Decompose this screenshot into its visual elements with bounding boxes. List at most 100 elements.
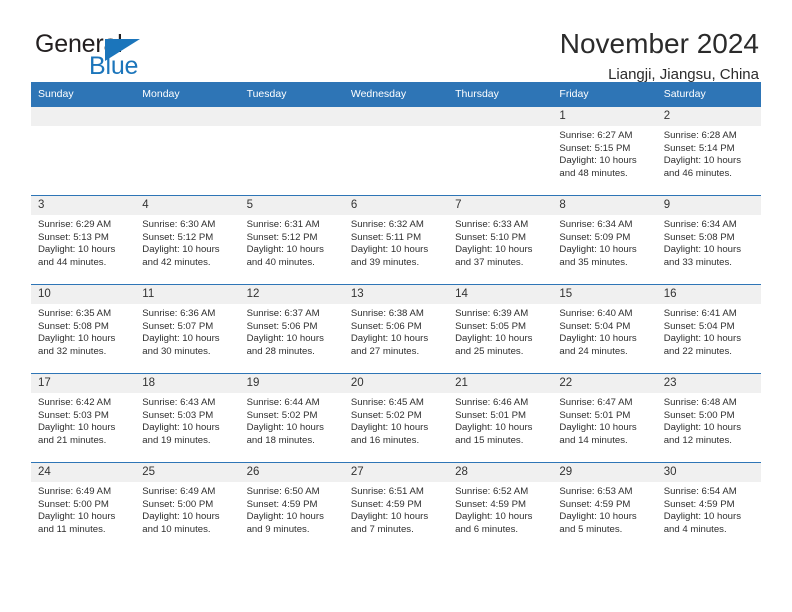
day-details: Sunrise: 6:44 AM Sunset: 5:02 PM Daylight:… xyxy=(240,393,344,447)
weekday-header-wednesday: Wednesday xyxy=(343,82,449,107)
day-number xyxy=(239,107,344,126)
general-blue-logo[interactable]: General Blue xyxy=(31,28,163,80)
sunset-time: Sunset: 4:59 PM xyxy=(350,498,422,510)
day-details: Sunrise: 6:46 AM Sunset: 5:01 PM Daylight:… xyxy=(448,393,552,447)
calendar-day-cell[interactable]: 24 Sunrise: 6:49 AM Sunset: 5:00 PM Dayligh… xyxy=(31,462,136,552)
sunrise-time: Sunrise: 6:27 AM xyxy=(559,130,633,141)
day-details: Sunrise: 6:50 AM Sunset: 4:59 PM Daylight:… xyxy=(240,482,344,536)
day-details: Sunrise: 6:47 AM Sunset: 5:01 PM Daylight:… xyxy=(552,393,656,447)
calendar-day-cell[interactable]: 16 Sunrise: 6:41 AM Sunset: 5:04 PM Dayligh… xyxy=(656,284,761,374)
sunset-time: Sunset: 5:00 PM xyxy=(38,498,109,510)
calendar-day-cell[interactable]: 6 Sunrise: 6:32 AM Sunset: 5:11 PM Daylight… xyxy=(343,195,449,285)
calendar-day-cell[interactable]: 9 Sunrise: 6:34 AM Sunset: 5:08 PM Daylight… xyxy=(656,195,761,285)
sunset-time: Sunset: 5:12 PM xyxy=(142,231,214,243)
calendar-day-cell[interactable]: 11 Sunrise: 6:36 AM Sunset: 5:07 PM Dayligh… xyxy=(135,284,240,374)
sunset-time: Sunset: 5:02 PM xyxy=(246,409,318,421)
day-details: Sunrise: 6:48 AM Sunset: 5:00 PM Daylight:… xyxy=(657,393,761,447)
calendar-day-cell[interactable]: 29 Sunrise: 6:53 AM Sunset: 4:59 PM Dayligh… xyxy=(552,462,657,552)
sunset-time: Sunset: 5:12 PM xyxy=(246,231,318,243)
daylight-duration-line1: Daylight: 10 hours xyxy=(38,511,116,523)
sunset-time: Sunset: 5:08 PM xyxy=(38,320,109,332)
sunrise-time: Sunrise: 6:53 AM xyxy=(559,486,633,497)
daylight-duration-line2: and 16 minutes. xyxy=(350,434,420,446)
daylight-duration-line2: and 22 minutes. xyxy=(663,345,732,357)
daylight-duration-line1: Daylight: 10 hours xyxy=(142,422,220,434)
calendar-day-cell[interactable]: 3 Sunrise: 6:29 AM Sunset: 5:13 PM Daylight… xyxy=(31,195,136,285)
day-details: Sunrise: 6:40 AM Sunset: 5:04 PM Daylight:… xyxy=(552,304,656,358)
sunset-time: Sunset: 5:06 PM xyxy=(246,320,318,332)
sunrise-time: Sunrise: 6:48 AM xyxy=(663,397,737,408)
calendar-day-cell[interactable]: 12 Sunrise: 6:37 AM Sunset: 5:06 PM Dayligh… xyxy=(239,284,344,374)
sunrise-time: Sunrise: 6:50 AM xyxy=(246,486,320,497)
sunrise-time: Sunrise: 6:33 AM xyxy=(455,219,529,230)
sunset-time: Sunset: 5:03 PM xyxy=(142,409,214,421)
calendar-day-cell[interactable]: 18 Sunrise: 6:43 AM Sunset: 5:03 PM Dayligh… xyxy=(135,373,240,463)
sunrise-time: Sunrise: 6:35 AM xyxy=(38,308,112,319)
daylight-duration-line2: and 30 minutes. xyxy=(142,345,211,357)
day-details: Sunrise: 6:36 AM Sunset: 5:07 PM Daylight:… xyxy=(135,304,239,358)
calendar-day-cell[interactable]: 23 Sunrise: 6:48 AM Sunset: 5:00 PM Dayligh… xyxy=(656,373,761,463)
daylight-duration-line2: and 48 minutes. xyxy=(559,167,628,179)
sunrise-time: Sunrise: 6:45 AM xyxy=(350,397,424,408)
sunset-time: Sunset: 4:59 PM xyxy=(246,498,318,510)
calendar-day-cell[interactable]: 17 Sunrise: 6:42 AM Sunset: 5:03 PM Dayligh… xyxy=(31,373,136,463)
daylight-duration-line1: Daylight: 10 hours xyxy=(142,244,220,256)
day-details: Sunrise: 6:34 AM Sunset: 5:09 PM Daylight:… xyxy=(552,215,656,269)
sunset-time: Sunset: 5:13 PM xyxy=(38,231,109,243)
calendar-day-cell[interactable]: 7 Sunrise: 6:33 AM Sunset: 5:10 PM Daylight… xyxy=(448,195,553,285)
sunrise-time: Sunrise: 6:49 AM xyxy=(38,486,112,497)
sunrise-time: Sunrise: 6:44 AM xyxy=(246,397,320,408)
calendar-day-cell[interactable]: 14 Sunrise: 6:39 AM Sunset: 5:05 PM Dayligh… xyxy=(448,284,553,374)
daylight-duration-line2: and 19 minutes. xyxy=(142,434,211,446)
calendar-day-cell[interactable]: 5 Sunrise: 6:31 AM Sunset: 5:12 PM Daylight… xyxy=(239,195,344,285)
daylight-duration-line1: Daylight: 10 hours xyxy=(663,422,742,434)
calendar-day-cell[interactable]: 15 Sunrise: 6:40 AM Sunset: 5:04 PM Dayligh… xyxy=(552,284,657,374)
day-number: 17 xyxy=(31,374,136,393)
sunrise-time: Sunrise: 6:29 AM xyxy=(38,219,112,230)
sunset-time: Sunset: 5:14 PM xyxy=(663,142,735,154)
daylight-duration-line1: Daylight: 10 hours xyxy=(38,333,116,345)
daylight-duration-line1: Daylight: 10 hours xyxy=(142,333,220,345)
day-number: 20 xyxy=(343,374,449,393)
page-header: General Blue November 2024 Liangji, Jian… xyxy=(31,0,761,83)
day-number: 24 xyxy=(31,463,136,482)
sunset-time: Sunset: 5:10 PM xyxy=(455,231,527,243)
day-number: 12 xyxy=(239,285,344,304)
sunrise-time: Sunrise: 6:51 AM xyxy=(350,486,424,497)
calendar-day-cell[interactable]: 13 Sunrise: 6:38 AM Sunset: 5:06 PM Dayligh… xyxy=(343,284,449,374)
daylight-duration-line1: Daylight: 10 hours xyxy=(246,422,324,434)
sunrise-time: Sunrise: 6:54 AM xyxy=(663,486,737,497)
daylight-duration-line2: and 25 minutes. xyxy=(455,345,524,357)
calendar-day-cell[interactable]: 28 Sunrise: 6:52 AM Sunset: 4:59 PM Dayligh… xyxy=(448,462,553,552)
sunset-time: Sunset: 5:07 PM xyxy=(142,320,214,332)
day-details: Sunrise: 6:39 AM Sunset: 5:05 PM Daylight:… xyxy=(448,304,552,358)
calendar-day-cell[interactable]: 30 Sunrise: 6:54 AM Sunset: 4:59 PM Dayligh… xyxy=(656,462,761,552)
day-number: 18 xyxy=(135,374,240,393)
calendar-day-cell[interactable]: 27 Sunrise: 6:51 AM Sunset: 4:59 PM Dayligh… xyxy=(343,462,449,552)
calendar-day-cell[interactable]: 20 Sunrise: 6:45 AM Sunset: 5:02 PM Dayligh… xyxy=(343,373,449,463)
calendar-day-cell[interactable]: 10 Sunrise: 6:35 AM Sunset: 5:08 PM Dayligh… xyxy=(31,284,136,374)
calendar-day-cell[interactable]: 8 Sunrise: 6:34 AM Sunset: 5:09 PM Daylight… xyxy=(552,195,657,285)
calendar-day-cell[interactable]: 4 Sunrise: 6:30 AM Sunset: 5:12 PM Daylight… xyxy=(135,195,240,285)
day-details: Sunrise: 6:29 AM Sunset: 5:13 PM Daylight:… xyxy=(31,215,135,269)
calendar-day-cell[interactable]: 1 Sunrise: 6:27 AM Sunset: 5:15 PM Daylight… xyxy=(552,106,657,196)
daylight-duration-line1: Daylight: 10 hours xyxy=(663,244,742,256)
calendar-day-cell[interactable]: 25 Sunrise: 6:49 AM Sunset: 5:00 PM Dayligh… xyxy=(135,462,240,552)
calendar-day-cell[interactable]: 19 Sunrise: 6:44 AM Sunset: 5:02 PM Dayligh… xyxy=(239,373,344,463)
sunrise-time: Sunrise: 6:42 AM xyxy=(38,397,112,408)
sunrise-time: Sunrise: 6:52 AM xyxy=(455,486,529,497)
daylight-duration-line1: Daylight: 10 hours xyxy=(559,511,637,523)
sunrise-time: Sunrise: 6:36 AM xyxy=(142,308,216,319)
calendar-day-cell[interactable]: 26 Sunrise: 6:50 AM Sunset: 4:59 PM Dayligh… xyxy=(239,462,344,552)
daylight-duration-line1: Daylight: 10 hours xyxy=(38,244,116,256)
daylight-duration-line1: Daylight: 10 hours xyxy=(663,333,742,345)
calendar-day-cell[interactable]: 22 Sunrise: 6:47 AM Sunset: 5:01 PM Dayligh… xyxy=(552,373,657,463)
day-number xyxy=(31,107,136,126)
day-number: 23 xyxy=(656,374,761,393)
day-number: 4 xyxy=(135,196,240,215)
day-details: Sunrise: 6:53 AM Sunset: 4:59 PM Daylight:… xyxy=(552,482,656,536)
calendar-day-cell[interactable]: 2 Sunrise: 6:28 AM Sunset: 5:14 PM Daylight… xyxy=(656,106,761,196)
day-details: Sunrise: 6:37 AM Sunset: 5:06 PM Daylight:… xyxy=(240,304,344,358)
calendar-day-cell[interactable]: 21 Sunrise: 6:46 AM Sunset: 5:01 PM Dayligh… xyxy=(448,373,553,463)
daylight-duration-line1: Daylight: 10 hours xyxy=(559,422,637,434)
